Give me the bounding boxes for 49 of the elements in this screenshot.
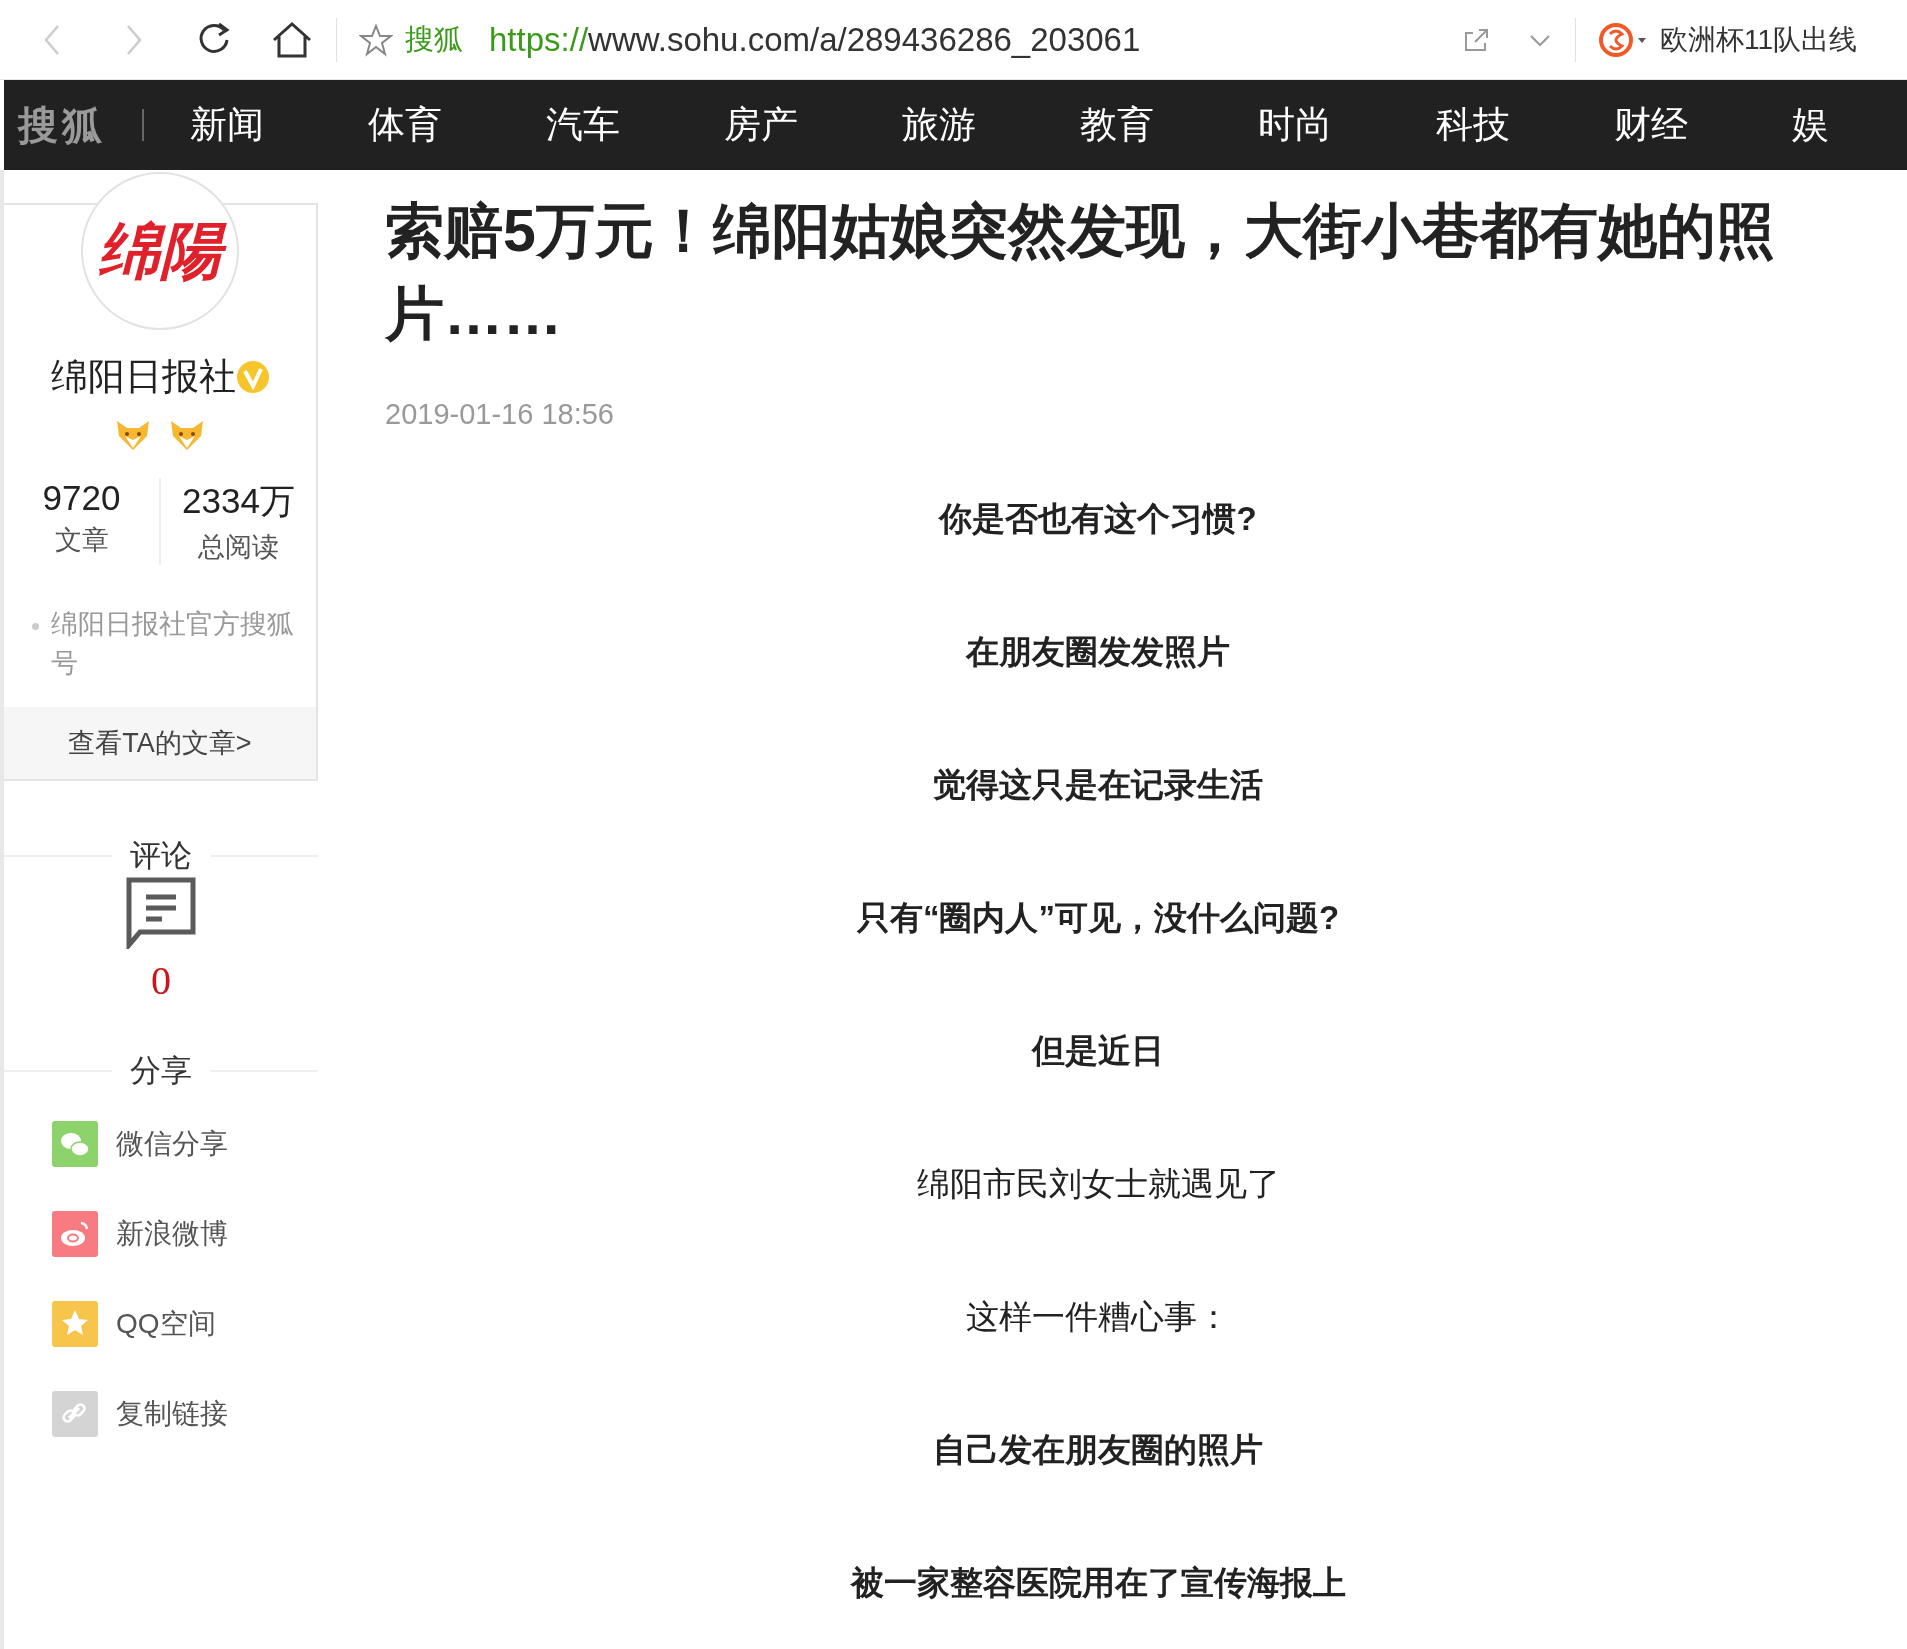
nav-link[interactable]: 房产 xyxy=(724,100,902,150)
site-logo[interactable]: 搜狐 xyxy=(18,97,106,153)
fox-badge-icon xyxy=(168,418,206,452)
article-title: 索赔5万元！绵阳姑娘突然发现，大街小巷都有她的照片…… xyxy=(385,197,1776,349)
article-paragraph: 这样一件糟心事： xyxy=(966,1297,1230,1337)
eye-swirl-icon[interactable] xyxy=(52,1211,98,1257)
section-heading: 评论 xyxy=(129,837,193,875)
nav-link[interactable]: 旅游 xyxy=(902,100,1080,150)
link-icon[interactable] xyxy=(52,1391,98,1437)
author-description: 绵阳日报社官方搜狐号 xyxy=(51,608,295,680)
share-link[interactable]: QQ空间 xyxy=(116,1305,216,1343)
nav-link[interactable]: 娱 xyxy=(1792,100,1907,150)
nav-link[interactable]: 时尚 xyxy=(1258,100,1436,150)
article-paragraph: 自己发在朋友圈的照片 xyxy=(933,1430,1263,1470)
section-heading: 分享 xyxy=(129,1052,193,1090)
publish-date: 2019-01-16 18:56 xyxy=(385,398,615,431)
nav-link[interactable]: 汽车 xyxy=(546,100,724,150)
star-icon[interactable] xyxy=(359,22,393,57)
stat-value: 2334万 xyxy=(182,480,295,522)
chat-bubbles-icon[interactable] xyxy=(52,1121,98,1167)
bullet-dot xyxy=(32,623,39,630)
nav-link[interactable]: 财经 xyxy=(1614,100,1792,150)
article-paragraph: 你是否也有这个习惯? xyxy=(939,499,1257,539)
view-articles-button[interactable]: 查看TA的文章> xyxy=(4,707,316,779)
article-paragraph: 在朋友圈发发照片 xyxy=(966,632,1230,672)
stat-label: 文章 xyxy=(54,524,109,557)
share-link[interactable]: 新浪微博 xyxy=(116,1215,228,1253)
stat-label: 总阅读 xyxy=(198,531,279,564)
share-link[interactable]: 微信分享 xyxy=(116,1125,228,1163)
share-link[interactable]: 复制链接 xyxy=(116,1395,228,1433)
hot-search-link[interactable]: 欧洲杯11队出线 xyxy=(1659,20,1857,59)
article-paragraph: 只有“圈内人”可见，没什么问题? xyxy=(856,898,1340,938)
author-avatar: 绵陽 xyxy=(81,172,239,330)
nav-link[interactable]: 教育 xyxy=(1080,100,1258,150)
stat-value: 9720 xyxy=(42,478,121,518)
nav-link[interactable]: 科技 xyxy=(1436,100,1614,150)
article-paragraph: 觉得这只是在记录生活 xyxy=(933,765,1263,805)
comment-count: 0 xyxy=(151,957,171,1004)
nav-link[interactable]: 新闻 xyxy=(190,100,368,150)
article-paragraph: 被一家整容医院用在了宣传海报上 xyxy=(850,1563,1346,1603)
author-name[interactable]: 绵阳日报社 xyxy=(50,352,236,402)
nav-link[interactable]: 体育 xyxy=(368,100,546,150)
home-icon[interactable] xyxy=(270,19,314,60)
site-name: 搜狐 xyxy=(405,21,463,57)
article-paragraph: 绵阳市民刘女士就遇见了 xyxy=(916,1164,1280,1204)
url-field[interactable]: https://www.sohu.com/a/289436286_203061 xyxy=(489,20,1141,59)
comment-icon[interactable] xyxy=(126,877,196,949)
article-paragraph: 但是近日 xyxy=(1032,1031,1164,1071)
fox-badge-icon xyxy=(114,418,152,452)
